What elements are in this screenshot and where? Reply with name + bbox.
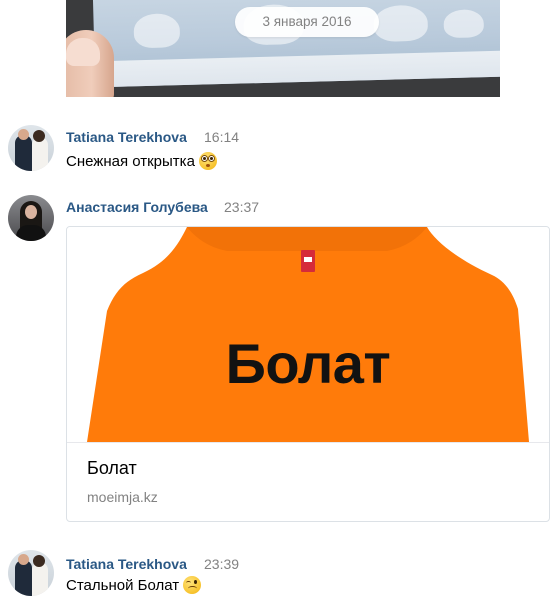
brand-tag — [301, 250, 315, 272]
avatar[interactable] — [8, 550, 54, 596]
message-time[interactable]: 16:14 — [204, 129, 239, 145]
message-text: Снежная открытка — [66, 152, 217, 170]
message-time[interactable]: 23:37 — [224, 199, 259, 215]
message-time[interactable]: 23:39 — [204, 556, 239, 572]
thumb — [66, 30, 114, 97]
flushed-face-emoji-icon — [198, 152, 217, 170]
date-separator: 3 января 2016 — [235, 7, 379, 37]
photo-attachment[interactable]: 3 января 2016 — [66, 0, 500, 97]
link-domain[interactable]: moeimja.kz — [87, 489, 158, 505]
tshirt-print-text: Болат — [225, 332, 391, 395]
avatar[interactable] — [8, 195, 54, 241]
winking-face-emoji-icon — [183, 576, 202, 594]
avatar[interactable] — [8, 125, 54, 171]
divider — [67, 442, 549, 443]
author-name[interactable]: Анастасия Голубева — [66, 199, 208, 215]
author-name[interactable]: Tatiana Terekhova — [66, 129, 187, 145]
message-text-content: Стальной Болат — [66, 577, 180, 594]
message-text: Стальной Болат — [66, 576, 202, 594]
message-text-content: Снежная открытка — [66, 153, 195, 170]
link-preview-card[interactable]: Болат Болат moeimja.kz — [66, 226, 550, 522]
star-icon[interactable] — [503, 247, 531, 275]
link-preview-image[interactable]: Болат — [67, 227, 549, 442]
link-title[interactable]: Болат — [87, 458, 137, 479]
author-name[interactable]: Tatiana Terekhova — [66, 556, 187, 572]
